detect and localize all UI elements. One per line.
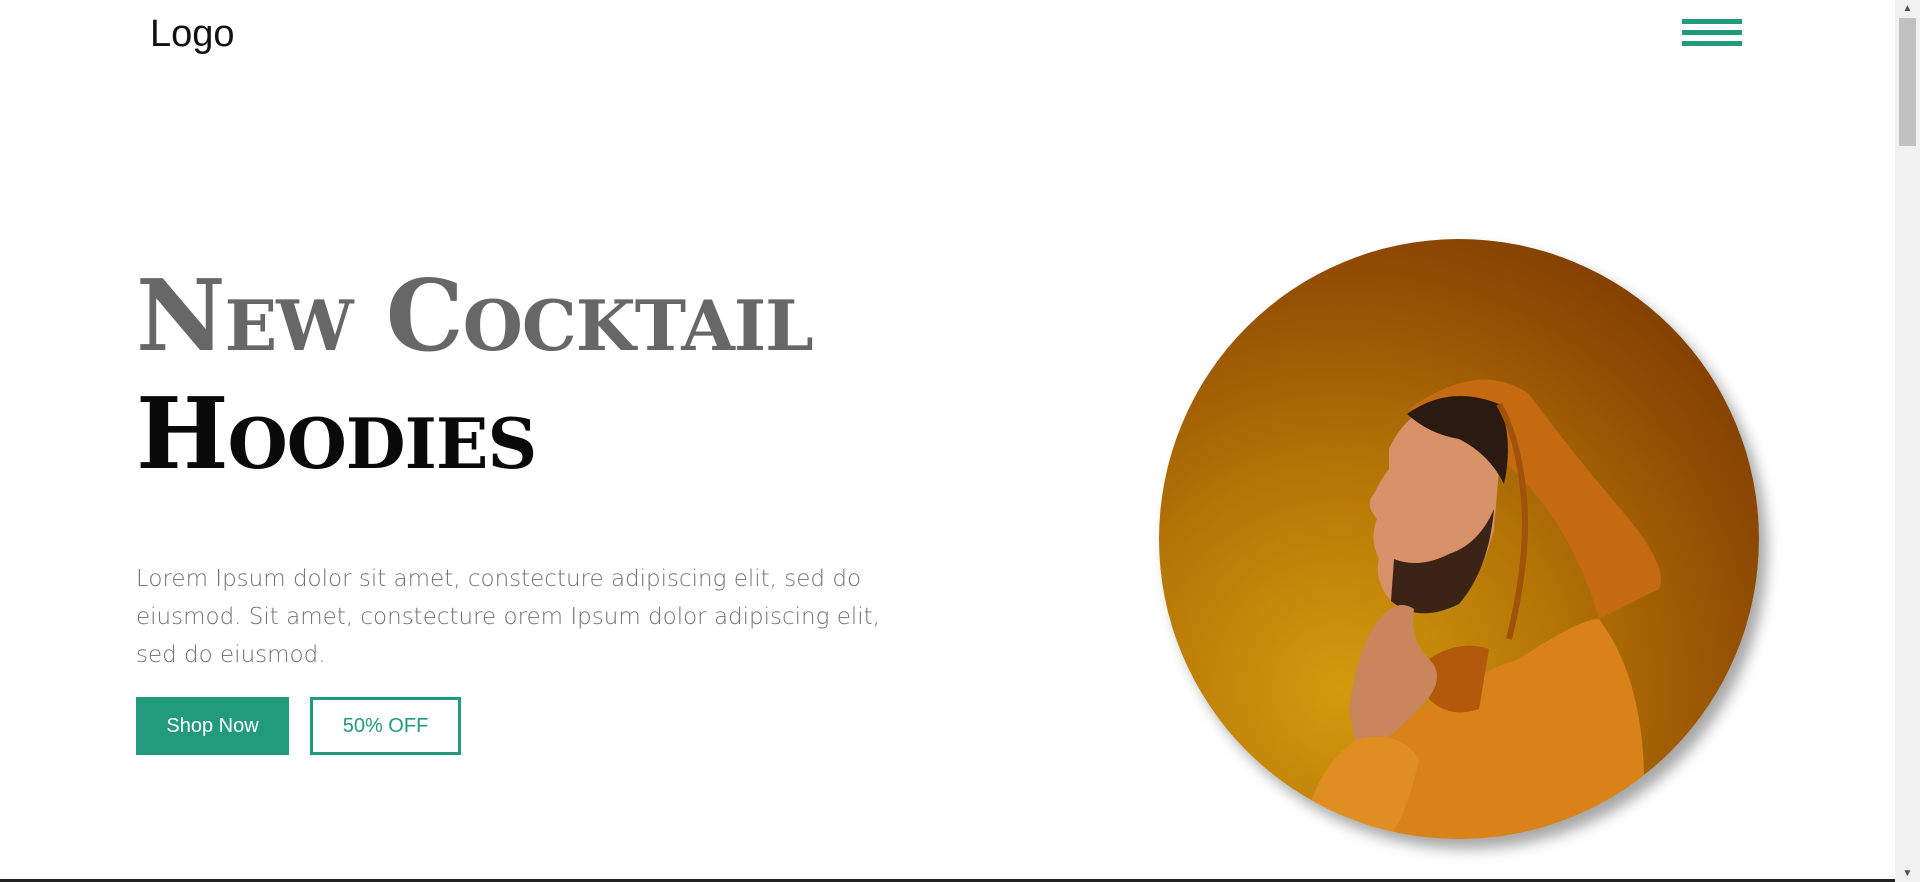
hamburger-bar (1682, 19, 1742, 24)
hero-title-line-1: New Cocktail (136, 259, 814, 374)
hamburger-menu-icon[interactable] (1682, 19, 1742, 53)
hamburger-bar (1682, 41, 1742, 46)
hamburger-bar (1682, 30, 1742, 35)
hero-title-line-2: Hoodies (136, 377, 537, 492)
scroll-up-arrow-icon[interactable]: ▲ (1895, 0, 1920, 17)
scrollbar-thumb[interactable] (1899, 18, 1916, 146)
vertical-scrollbar[interactable]: ▲ ▼ (1895, 0, 1920, 882)
site-header: Logo (0, 0, 1895, 80)
hero-title: New Cocktail Hoodies (136, 259, 814, 492)
hero-image (1159, 239, 1759, 839)
shop-now-button[interactable]: Shop Now (136, 697, 289, 755)
discount-button[interactable]: 50% OFF (310, 697, 461, 755)
scroll-down-arrow-icon[interactable]: ▼ (1895, 865, 1920, 882)
hero-description: Lorem Ipsum dolor sit amet, constecture … (136, 566, 880, 668)
site-logo[interactable]: Logo (150, 13, 235, 56)
landing-page: Logo New Cocktail Hoodies Lorem Ipsum do… (0, 0, 1920, 882)
hoodie-model-illustration (1299, 379, 1661, 839)
